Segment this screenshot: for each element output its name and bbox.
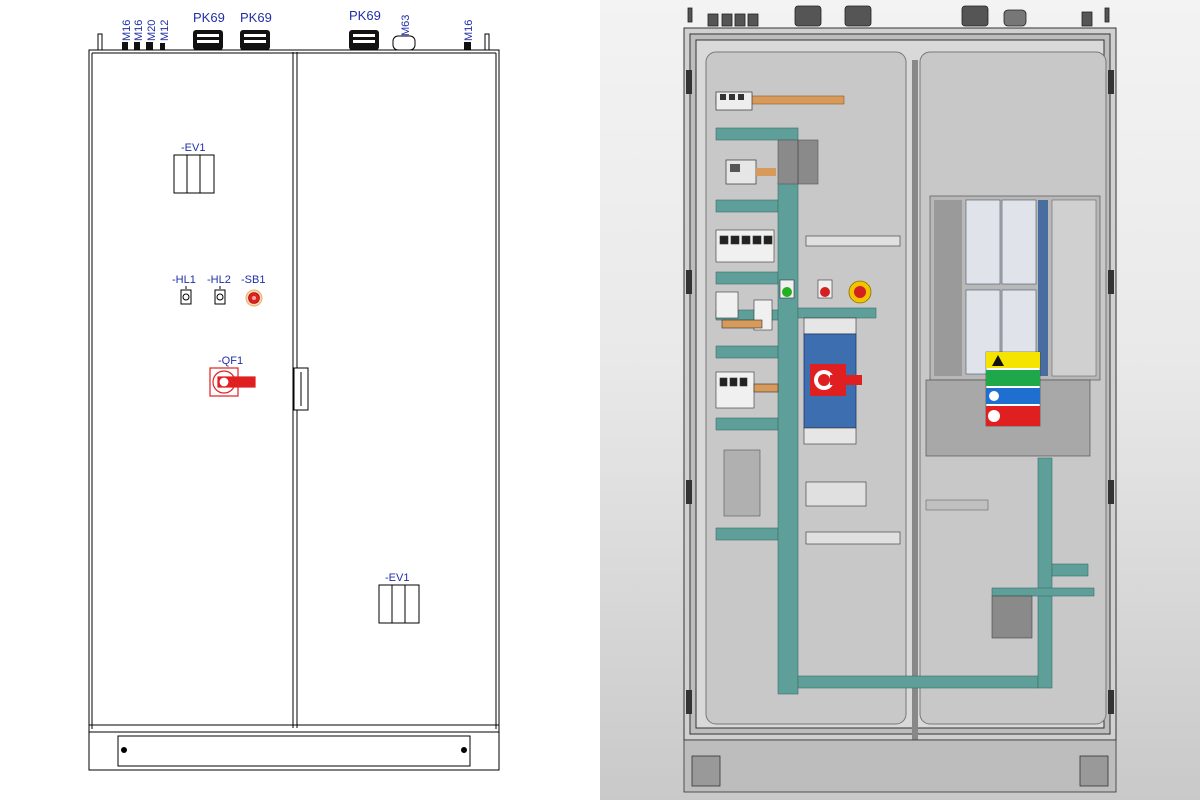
earth-bar bbox=[925, 499, 989, 511]
gland-label-m20: M20 bbox=[146, 20, 158, 41]
device-label-ev1-top: -EV1 bbox=[181, 142, 205, 154]
interior-view-render bbox=[600, 0, 1200, 800]
gland-label-pk69-b: PK69 bbox=[240, 10, 272, 25]
vent-grille-top bbox=[173, 154, 215, 194]
gland-label-pk69-c: PK69 bbox=[349, 8, 381, 23]
main-disconnect-switch bbox=[803, 317, 862, 445]
front-view-drawing: M16 M16 M20 M12 PK69 PK69 PK69 M63 M16 -… bbox=[0, 0, 600, 800]
gland-label-m16-c: M16 bbox=[463, 20, 475, 41]
device-label-sb1: -SB1 bbox=[241, 274, 265, 286]
gland-label-m16-b: M16 bbox=[133, 20, 145, 41]
device-label-ev1-bottom: -EV1 bbox=[385, 572, 409, 584]
gland-label-pk69-a: PK69 bbox=[193, 10, 225, 25]
emergency-stop-button bbox=[848, 280, 872, 304]
pilot-lamp-red bbox=[817, 279, 833, 299]
breaker-row-1 bbox=[715, 229, 775, 263]
warning-label-panel bbox=[985, 351, 1041, 427]
cable-entry-plate bbox=[723, 449, 761, 517]
roof-fittings bbox=[687, 5, 1110, 27]
emergency-stop-sb1 bbox=[245, 289, 263, 307]
device-label-qf1: -QF1 bbox=[218, 355, 243, 367]
gland-label-m12: M12 bbox=[159, 20, 171, 41]
device-label-hl2: -HL2 bbox=[207, 274, 231, 286]
front-view-svg: M16 M16 M20 M12 PK69 PK69 PK69 M63 M16 -… bbox=[88, 8, 500, 771]
enclosure-outline bbox=[88, 49, 500, 733]
gland-label-m16-a: M16 bbox=[121, 20, 133, 41]
device-label-hl1: -HL1 bbox=[172, 274, 196, 286]
gland-label-m63: M63 bbox=[400, 15, 412, 36]
interior-view-svg bbox=[683, 5, 1117, 793]
vent-grille-bottom bbox=[378, 584, 420, 624]
plinth bbox=[88, 731, 500, 771]
interior-plinth bbox=[683, 739, 1117, 793]
gland-ribs bbox=[197, 34, 375, 43]
pilot-lamp-green bbox=[779, 279, 795, 299]
cable-glands bbox=[122, 30, 471, 51]
vent-fan-interior bbox=[991, 595, 1033, 639]
